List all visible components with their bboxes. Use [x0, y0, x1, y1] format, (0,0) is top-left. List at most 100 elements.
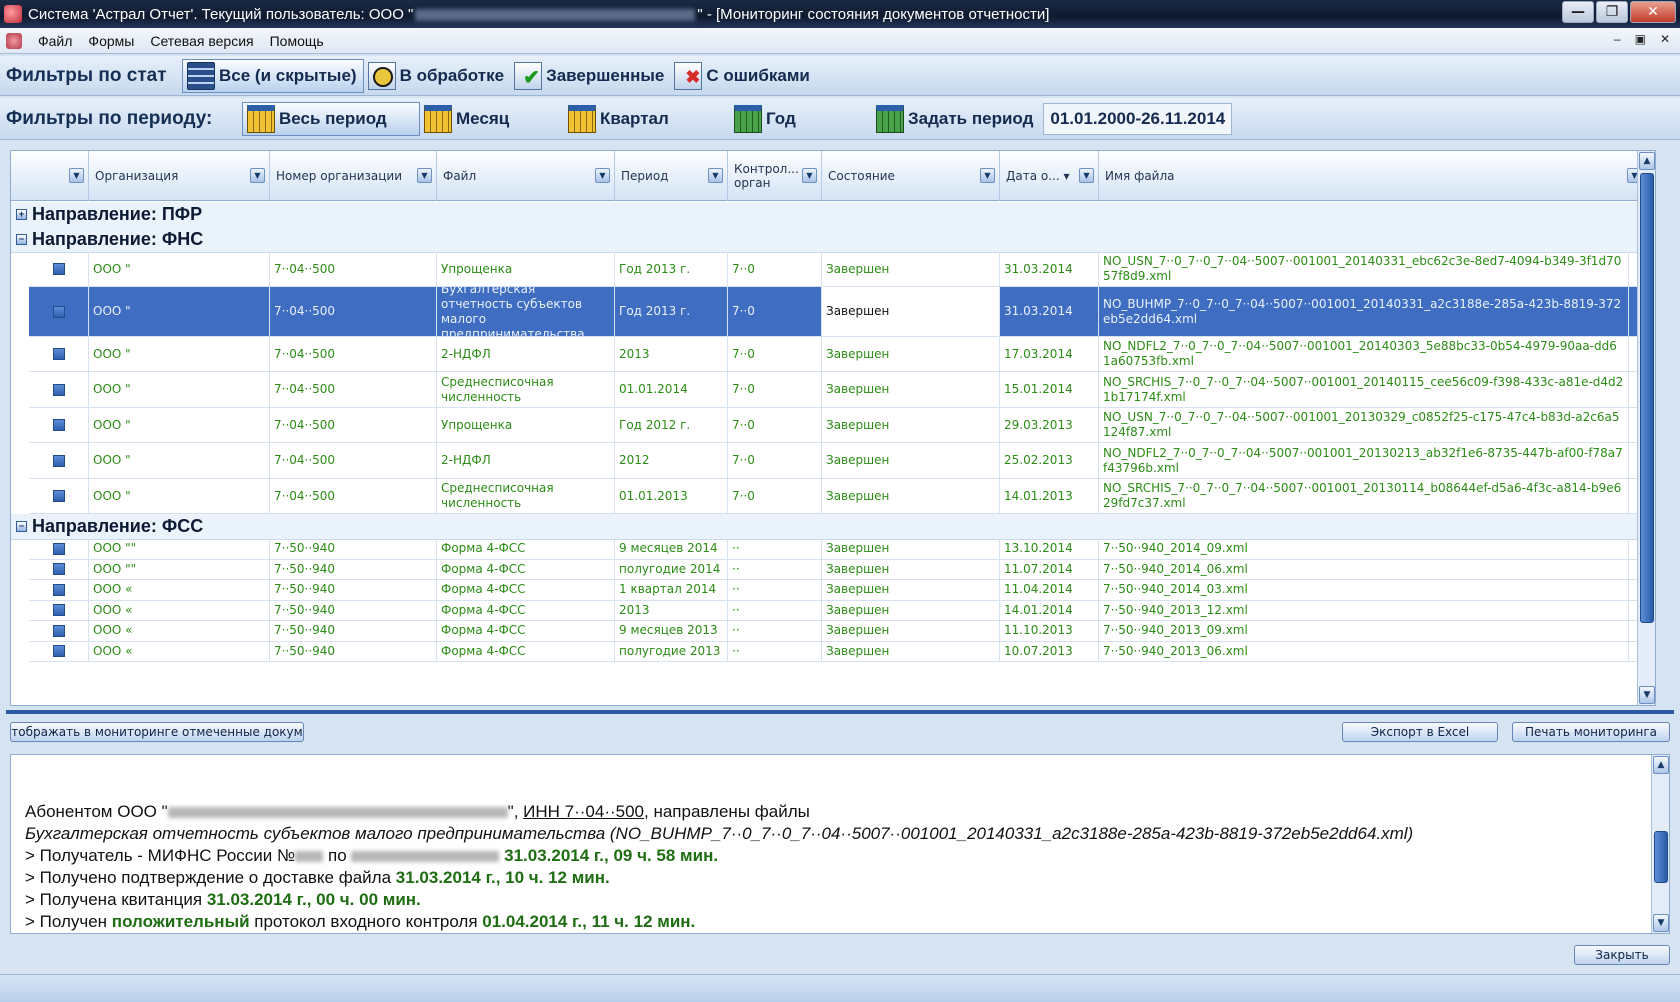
expand-toggle-icon[interactable]: − — [16, 234, 27, 245]
info-scroll-down-button[interactable]: ▼ — [1653, 914, 1669, 932]
table-row[interactable]: ООО " 7··04··500 2-НДФЛ 2013 7··0 Завершен 17.… — [29, 337, 1647, 372]
menu-file[interactable]: Файл — [30, 33, 80, 49]
group-row[interactable]: + Направление: ПФР — [11, 202, 1647, 228]
table-row[interactable]: ООО "" 7··50··940 Форма 4-ФСС полугодие 201… — [29, 559, 1647, 580]
table-row[interactable]: ООО " 7··04··500 Среднесписочная численнос… — [29, 479, 1647, 514]
filter-all-button[interactable]: Все (и скрытые) — [182, 58, 364, 93]
close-window-button[interactable]: ✕ — [1630, 1, 1676, 23]
row-checkbox-icon[interactable] — [52, 583, 65, 596]
row-checkbox-icon[interactable] — [52, 263, 65, 275]
expand-toggle-icon[interactable]: + — [16, 209, 27, 220]
period-quarter-button[interactable]: Квартал — [564, 102, 730, 136]
col-period-header[interactable]: Период ▼ — [615, 151, 728, 201]
menu-forms[interactable]: Формы — [80, 33, 142, 49]
chevron-down-icon[interactable]: ▼ — [802, 168, 817, 183]
row-checkbox[interactable] — [29, 559, 89, 579]
col-select-header[interactable]: ▼ — [11, 151, 89, 201]
col-org-number-header[interactable]: Номер организации ▼ — [270, 151, 437, 201]
mdi-close-button[interactable]: ✕ — [1660, 32, 1670, 46]
row-checkbox[interactable] — [29, 337, 89, 371]
table-row[interactable]: ООО « 7··50··940 Форма 4-ФСС 9 месяцев 2013… — [29, 621, 1647, 642]
table-row[interactable]: ООО " 7··04··500 Упрощенка Год 2013 г. 7··0 З… — [29, 252, 1647, 287]
table-row[interactable]: ООО " 7··04··500 Упрощенка Год 2012 г. 7··0 З… — [29, 408, 1647, 443]
row-checkbox-icon[interactable] — [52, 305, 65, 318]
menu-help[interactable]: Помощь — [262, 33, 332, 49]
col-filename-header[interactable]: Имя файла ▼ — [1099, 151, 1647, 201]
row-checkbox[interactable] — [29, 539, 89, 559]
period-custom-button[interactable]: Задать период — [872, 102, 1039, 136]
info-scroll-up-button[interactable]: ▲ — [1653, 756, 1669, 774]
export-excel-button[interactable]: Экспорт в Excel — [1342, 722, 1498, 742]
period-month-button[interactable]: Месяц — [420, 102, 564, 136]
app-menu-icon[interactable] — [6, 32, 22, 49]
panel-splitter[interactable] — [6, 710, 1674, 714]
col-date-header[interactable]: Дата о... ▾ ▼ — [1000, 151, 1099, 201]
grid-scrollbar[interactable]: ▲ ▼ — [1637, 151, 1655, 705]
mdi-minimize-button[interactable]: – — [1614, 32, 1621, 46]
row-checkbox[interactable] — [29, 252, 89, 286]
row-checkbox-icon[interactable] — [52, 454, 65, 467]
cell-organization-text: ООО " — [93, 382, 131, 396]
info-scrollbar[interactable]: ▲ ▼ — [1651, 755, 1669, 933]
table-row[interactable]: ООО "" 7··50··940 Форма 4-ФСС 9 месяцев 201… — [29, 539, 1647, 560]
table-row[interactable]: ООО « 7··50··940 Форма 4-ФСС 1 квартал 2014… — [29, 580, 1647, 601]
row-checkbox-icon[interactable] — [52, 348, 65, 360]
table-row[interactable]: ООО " 7··04··500 2-НДФЛ 2012 7··0 Завершен 25.… — [29, 443, 1647, 479]
row-checkbox-icon[interactable] — [52, 624, 65, 637]
period-year-button[interactable]: Год — [730, 102, 872, 136]
chevron-down-icon[interactable]: ▼ — [1079, 168, 1094, 183]
row-checkbox[interactable] — [29, 287, 89, 336]
filter-errors-button[interactable]: С ошибками — [670, 59, 816, 93]
table-row[interactable]: ООО « 7··50··940 Форма 4-ФСС 2013 ·· Завершен… — [29, 600, 1647, 621]
table-row[interactable]: ООО « 7··50··940 Форма 4-ФСС полугодие 2013… — [29, 641, 1647, 662]
row-checkbox-icon[interactable] — [52, 419, 65, 431]
row-checkbox[interactable] — [29, 443, 89, 478]
col-file-header[interactable]: Файл ▼ — [437, 151, 615, 201]
scroll-up-button[interactable]: ▲ — [1639, 152, 1655, 170]
col-authority-header[interactable]: Контрол... орган ▼ — [728, 151, 822, 201]
group-row[interactable]: − Направление: ФНС — [11, 227, 1647, 253]
row-checkbox[interactable] — [29, 408, 89, 442]
row-checkbox-icon[interactable] — [52, 383, 65, 396]
scroll-down-button[interactable]: ▼ — [1639, 686, 1655, 704]
group-row[interactable]: − Направление: ФСС — [11, 514, 1647, 540]
minimize-button[interactable]: — — [1562, 1, 1594, 23]
filter-completed-button[interactable]: Завершенные — [510, 59, 670, 93]
row-checkbox[interactable] — [29, 641, 89, 661]
row-checkbox[interactable] — [29, 600, 89, 620]
row-checkbox[interactable] — [29, 621, 89, 641]
chevron-down-icon[interactable]: ▼ — [595, 168, 610, 183]
col-state-header[interactable]: Состояние ▼ — [822, 151, 1000, 201]
chevron-down-icon[interactable]: ▼ — [417, 168, 432, 183]
col-label: Состояние — [828, 169, 895, 183]
mdi-restore-button[interactable]: ▣ — [1635, 32, 1646, 46]
period-range-field[interactable]: 01.01.2000-26.11.2014 — [1043, 102, 1233, 135]
row-checkbox-icon[interactable] — [52, 490, 65, 502]
row-checkbox[interactable] — [29, 372, 89, 407]
maximize-button[interactable]: ❐ — [1596, 1, 1628, 23]
row-checkbox[interactable] — [29, 580, 89, 600]
row-checkbox-icon[interactable] — [52, 604, 65, 617]
chevron-down-icon[interactable]: ▼ — [708, 168, 723, 183]
table-row[interactable]: ООО " 7··04··500 Бухгалтерская отчетность … — [29, 287, 1647, 337]
period-all-button[interactable]: Весь период — [242, 101, 420, 136]
print-monitoring-button[interactable]: Печать мониторинга — [1512, 722, 1670, 742]
chevron-down-icon[interactable]: ▼ — [250, 168, 265, 183]
chevron-down-icon[interactable]: ▼ — [980, 168, 995, 183]
info-scroll-thumb[interactable] — [1654, 831, 1668, 883]
row-checkbox-icon[interactable] — [52, 542, 65, 555]
table-row[interactable]: ООО " 7··04··500 Среднесписочная численнос… — [29, 372, 1647, 408]
expand-toggle-icon[interactable]: − — [16, 521, 27, 532]
cell-state-text: Завершен — [826, 261, 890, 276]
chevron-down-icon[interactable]: ▼ — [69, 168, 84, 183]
show-marked-button[interactable]: отображать в мониторинге отмеченные доку… — [10, 722, 304, 742]
scroll-thumb[interactable] — [1640, 173, 1654, 623]
row-checkbox-icon[interactable] — [52, 563, 65, 576]
row-checkbox[interactable] — [29, 479, 89, 513]
filter-processing-button[interactable]: В обработке — [364, 59, 510, 93]
close-button[interactable]: Закрыть — [1574, 945, 1670, 965]
row-checkbox-icon[interactable] — [52, 645, 65, 658]
cell-period-text: полугодие 2013 — [619, 643, 721, 658]
col-organization-header[interactable]: Организация ▼ — [89, 151, 270, 201]
menu-network[interactable]: Сетевая версия — [142, 33, 261, 49]
